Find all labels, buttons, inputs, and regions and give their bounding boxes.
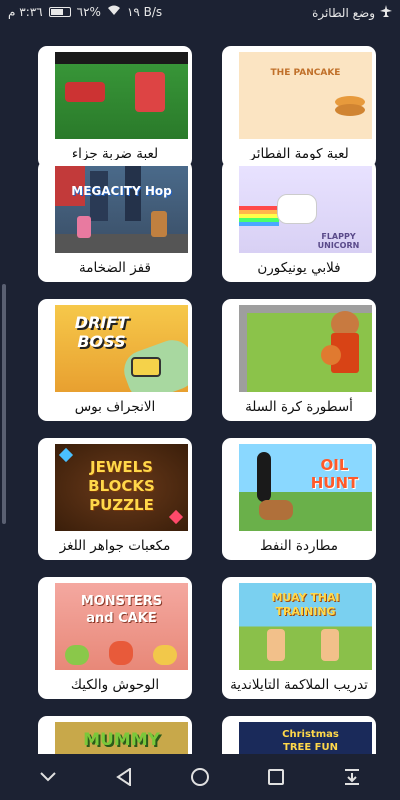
home-circle-icon: [191, 768, 209, 786]
recents-button[interactable]: [256, 757, 296, 797]
battery-icon: [48, 7, 71, 17]
recents-square-icon: [268, 769, 284, 785]
system-navigation-bar: [0, 754, 400, 800]
game-thumbnail-jewels: JEWELS BLOCKS PUZZLE: [55, 444, 188, 531]
game-thumbnail-penalty: [55, 52, 188, 139]
game-title: فلابي يونيكورن: [257, 260, 341, 276]
game-card[interactable]: MUMMY: [38, 716, 192, 754]
network-speed: ١٩ B/s: [126, 5, 163, 19]
game-title: قفز الضخامة: [79, 260, 151, 276]
airplane-icon: [380, 5, 392, 20]
game-title: الانجراف بوس: [74, 399, 156, 415]
battery-level-fill: [50, 9, 64, 15]
game-card[interactable]: MEGACITY Hop قفز الضخامة: [38, 160, 192, 282]
game-title: الوحوش والكيك: [70, 677, 160, 693]
game-thumbnail-text: Christmas TREE FUN: [282, 729, 339, 753]
game-thumbnail-text: OIL HUNT: [310, 456, 359, 492]
game-title: مطاردة النفط: [260, 538, 338, 554]
game-title: أسطورة كرة السلة: [245, 399, 353, 415]
game-thumbnail-text: MUMMY: [83, 730, 160, 750]
game-card[interactable]: MONSTERS and CAKE الوحوش والكيك: [38, 577, 192, 699]
scrollbar-thumb[interactable]: [2, 284, 6, 524]
game-thumbnail-christmas: Christmas TREE FUN: [239, 722, 372, 754]
game-thumbnail-text: JEWELS BLOCKS PUZZLE: [88, 458, 155, 514]
game-thumbnail-monsters: MONSTERS and CAKE: [55, 583, 188, 670]
status-left-group: ٣:٣٦ م ٦٢% ١٩ B/s: [8, 5, 162, 19]
battery-percent: ٦٢%: [76, 5, 101, 19]
collapse-button[interactable]: [28, 757, 68, 797]
game-thumbnail-oil: OIL HUNT: [239, 444, 372, 531]
game-thumbnail-text: DRIFT BOSS: [74, 313, 129, 351]
game-card[interactable]: أسطورة كرة السلة: [222, 299, 376, 421]
game-title: تدريب الملاكمة التايلاندية: [230, 677, 368, 693]
status-bar: ٣:٣٦ م ٦٢% ١٩ B/s وضع الطائرة: [0, 0, 400, 26]
game-thumbnail-text: MUAY THAI TRAINING: [271, 591, 340, 618]
game-card[interactable]: JEWELS BLOCKS PUZZLE مكعبات جواهر اللغز: [38, 438, 192, 560]
airplane-mode-label: وضع الطائرة: [312, 5, 375, 20]
game-card[interactable]: OIL HUNT مطاردة النفط: [222, 438, 376, 560]
game-card[interactable]: FLAPPY UNICORN فلابي يونيكورن: [222, 160, 376, 282]
pull-down-icon: [345, 769, 359, 785]
home-button[interactable]: [180, 757, 220, 797]
game-thumbnail-mummy: MUMMY: [55, 722, 188, 754]
status-right-group: وضع الطائرة: [312, 5, 392, 20]
back-button[interactable]: [104, 757, 144, 797]
chevron-down-icon: [40, 772, 56, 782]
clock: ٣:٣٦ م: [8, 5, 43, 19]
back-triangle-icon: [116, 768, 131, 786]
game-thumbnail-pancake: THE PANCAKE: [239, 52, 372, 139]
game-thumbnail-text: MONSTERS and CAKE: [80, 594, 163, 626]
game-title: مكعبات جواهر اللغز: [59, 538, 171, 554]
game-thumbnail-drift: DRIFT BOSS: [55, 305, 188, 392]
game-thumbnail-megacity: MEGACITY Hop: [55, 166, 188, 253]
game-card[interactable]: THE PANCAKE لعبة كومة الفطائر: [222, 46, 376, 168]
game-thumbnail-basketball: [239, 305, 372, 392]
game-thumbnail-unicorn: FLAPPY UNICORN: [239, 166, 372, 253]
game-thumbnail-text: THE PANCAKE: [270, 68, 341, 78]
game-card[interactable]: MUAY THAI TRAINING تدريب الملاكمة التايل…: [222, 577, 376, 699]
game-thumbnail-muaythai: MUAY THAI TRAINING: [239, 583, 372, 670]
wifi-icon: [107, 5, 121, 19]
game-card[interactable]: Christmas TREE FUN: [222, 716, 376, 754]
game-thumbnail-text: MEGACITY Hop: [71, 184, 172, 198]
game-card[interactable]: DRIFT BOSS الانجراف بوس: [38, 299, 192, 421]
game-thumbnail-text: FLAPPY UNICORN: [317, 232, 360, 250]
notifications-pulldown-button[interactable]: [332, 757, 372, 797]
games-list[interactable]: لعبة ضربة جزاء THE PANCAKE لعبة كومة الف…: [0, 26, 400, 754]
game-card[interactable]: لعبة ضربة جزاء: [38, 46, 192, 168]
